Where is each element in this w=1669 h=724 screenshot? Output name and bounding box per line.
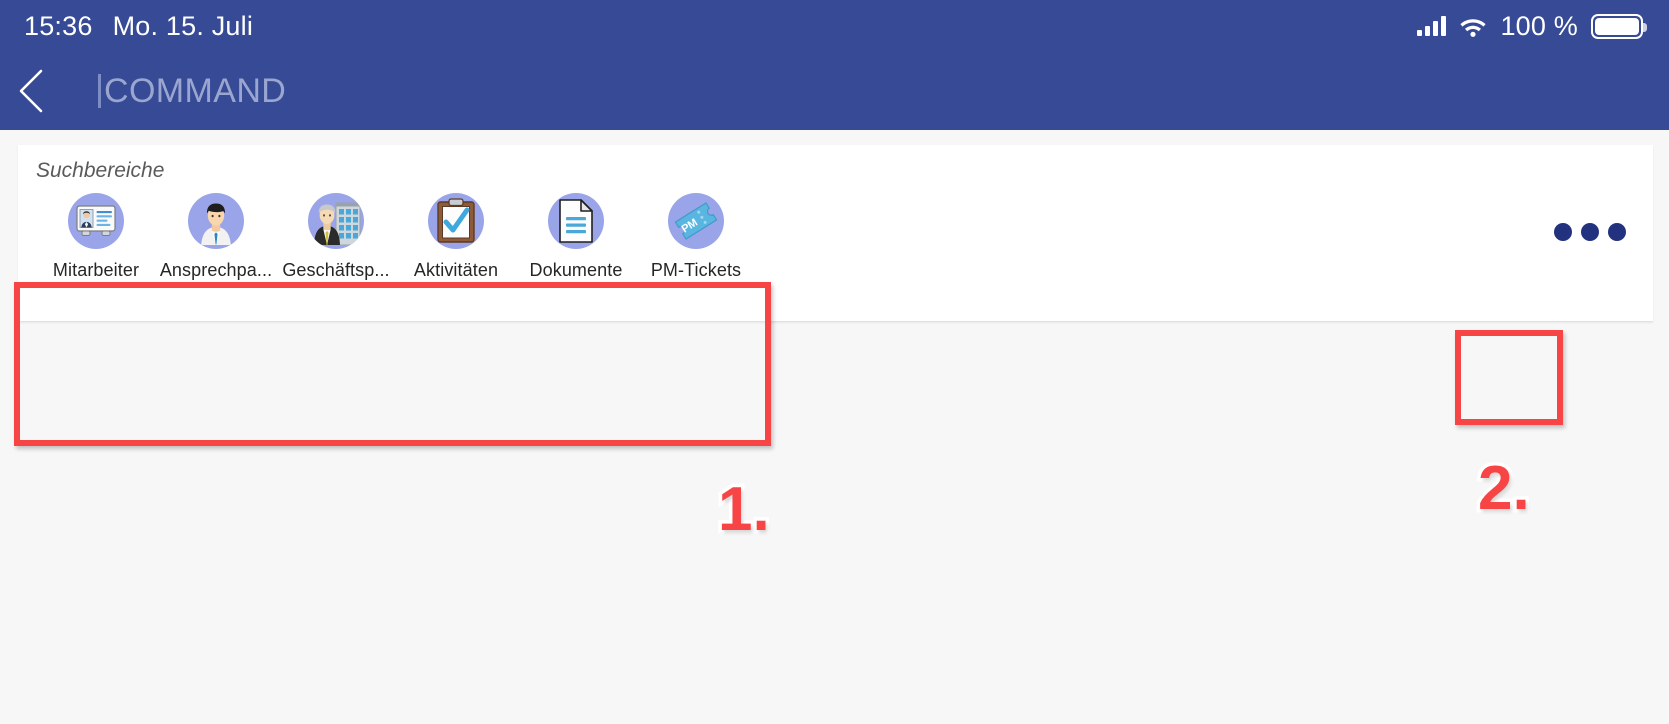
dot-3 bbox=[1608, 223, 1626, 241]
wifi-icon bbox=[1460, 18, 1487, 37]
search-input[interactable]: COMMAND bbox=[98, 72, 286, 111]
annotation-number-2: 2. bbox=[1475, 451, 1534, 527]
search-area-dokumente[interactable]: Dokumente bbox=[516, 193, 636, 281]
search-area-label: Mitarbeiter bbox=[52, 260, 140, 280]
id-badge-icon bbox=[68, 193, 124, 249]
businessman-icon bbox=[188, 193, 244, 249]
search-area-pm-tickets[interactable]: PM PM-Tickets bbox=[636, 193, 756, 281]
search-area-mitarbeiter[interactable]: Mitarbeiter bbox=[36, 193, 156, 281]
suchbereiche-panel: Suchbereiche Mitarbeiter Ansprechpa... G… bbox=[18, 145, 1653, 322]
search-area-label: Aktivitäten bbox=[413, 260, 499, 280]
search-area-label: Dokumente bbox=[529, 260, 623, 280]
dot-1 bbox=[1554, 223, 1572, 241]
document-icon bbox=[548, 193, 604, 249]
status-time: 15:36 bbox=[24, 10, 93, 41]
business-partner-building-icon bbox=[308, 193, 364, 249]
content-area: Suchbereiche Mitarbeiter Ansprechpa... G… bbox=[0, 130, 1669, 724]
more-options-button[interactable] bbox=[1552, 217, 1628, 247]
battery-full-icon bbox=[1591, 13, 1647, 39]
search-area-label: Ansprechpa... bbox=[159, 260, 273, 280]
search-areas-list: Mitarbeiter Ansprechpa... Geschäftsp... … bbox=[36, 193, 756, 281]
page-title: COMMAND bbox=[104, 71, 287, 110]
screen-root: 15:36 Mo. 15. Juli 100 % COMMAND Suchber… bbox=[0, 0, 1669, 724]
annotation-number-1: 1. bbox=[715, 472, 774, 548]
status-bar: 15:36 Mo. 15. Juli 100 % bbox=[0, 0, 1669, 52]
status-bar-left: 15:36 Mo. 15. Juli bbox=[24, 11, 253, 42]
annotation-box-2 bbox=[1455, 330, 1563, 425]
status-bar-right: 100 % bbox=[1417, 10, 1647, 42]
search-area-label: PM-Tickets bbox=[650, 260, 742, 280]
search-area-aktivitaeten[interactable]: Aktivitäten bbox=[396, 193, 516, 281]
dot-2 bbox=[1581, 223, 1599, 241]
ticket-pm-icon: PM bbox=[668, 193, 724, 249]
search-area-geschaeftspartner[interactable]: Geschäftsp... bbox=[276, 193, 396, 281]
navigation-bar: COMMAND bbox=[0, 52, 1669, 130]
text-caret bbox=[98, 74, 101, 108]
status-date: Mo. 15. Juli bbox=[112, 10, 254, 41]
search-area-label: Geschäftsp... bbox=[282, 260, 390, 280]
battery-percent: 100 % bbox=[1500, 10, 1578, 41]
panel-title: Suchbereiche bbox=[36, 159, 165, 182]
back-chevron-icon[interactable] bbox=[0, 52, 62, 130]
clipboard-check-icon bbox=[428, 193, 484, 249]
search-area-ansprechpartner[interactable]: Ansprechpa... bbox=[156, 193, 276, 281]
cellular-signal-icon bbox=[1417, 16, 1447, 36]
